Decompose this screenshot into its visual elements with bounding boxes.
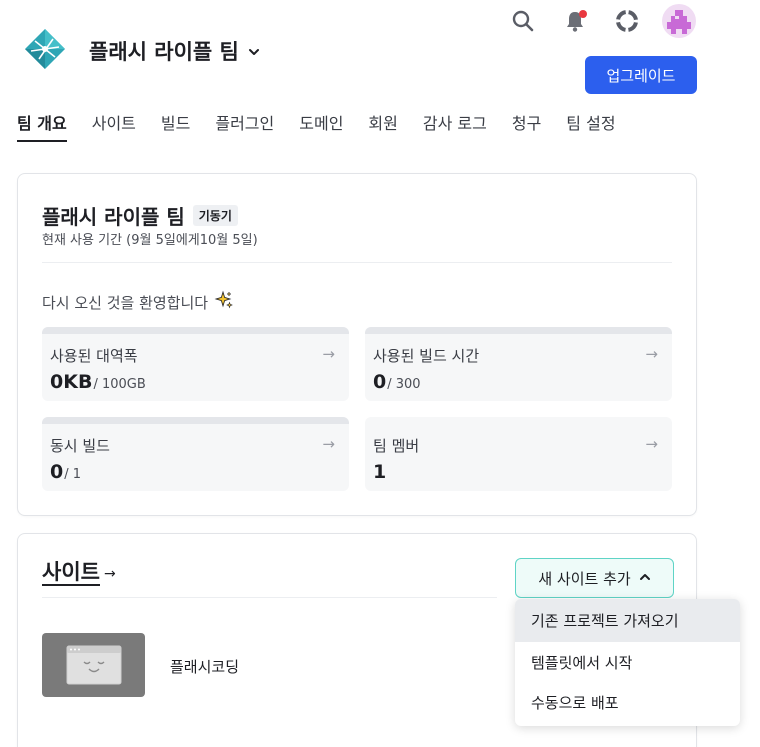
welcome-message: 다시 오신 것을 환영합니다 <box>42 290 234 314</box>
site-thumbnail[interactable] <box>42 633 145 697</box>
stat-value: 0 / 300 <box>373 371 421 393</box>
upgrade-button[interactable]: 업그레이드 <box>585 56 697 94</box>
stat-value: 1 <box>373 461 386 483</box>
notification-dot <box>579 10 587 18</box>
stat-value: 0 / 1 <box>50 461 81 483</box>
arrow-right-icon: → <box>103 565 116 582</box>
sites-title: 사이트 <box>42 560 100 587</box>
stat-build-minutes[interactable]: 사용된 빌드 시간 → 0 / 300 <box>365 327 672 401</box>
stat-label: 팀 멤버 <box>373 437 420 455</box>
tab-billing[interactable]: 청구 <box>512 110 541 142</box>
chevron-down-icon <box>247 44 261 58</box>
divider <box>42 597 497 598</box>
site-name-link[interactable]: 플래시코딩 <box>170 656 239 677</box>
stat-used: 1 <box>373 461 387 483</box>
stat-label: 사용된 빌드 시간 <box>373 347 480 365</box>
add-site-label: 새 사이트 추가 <box>538 569 631 588</box>
stat-team-members[interactable]: 팀 멤버 → 1 <box>365 417 672 491</box>
plan-badge: 기동기 <box>192 205 238 226</box>
avatar[interactable] <box>662 4 696 38</box>
add-site-dropdown: 기존 프로젝트 가져오기 템플릿에서 시작 수동으로 배포 <box>515 599 740 726</box>
team-title-row: 플래시 라이플 팀 기동기 <box>42 201 238 230</box>
welcome-text: 다시 오신 것을 환영합니다 <box>42 293 209 312</box>
tab-plugins[interactable]: 플러그인 <box>215 110 274 142</box>
bell-icon[interactable] <box>561 7 589 35</box>
stat-limit: / 300 <box>387 377 421 392</box>
tab-members[interactable]: 회원 <box>368 110 397 142</box>
stat-limit: / 100GB <box>93 377 146 392</box>
team-title: 플래시 라이플 팀 <box>42 205 185 229</box>
sparkles-icon <box>214 290 234 314</box>
stat-label: 동시 빌드 <box>50 437 110 455</box>
sites-heading-link[interactable]: 사이트 → <box>42 560 116 587</box>
divider <box>42 262 672 263</box>
stat-label: 사용된 대역폭 <box>50 347 138 365</box>
stat-used: 0 <box>373 371 387 393</box>
team-switcher[interactable]: 플래시 라이플 팀 <box>89 36 261 66</box>
netlify-logo[interactable] <box>23 27 67 71</box>
stat-value: 0KB / 100GB <box>50 371 146 393</box>
stat-usage-bar <box>42 327 349 334</box>
tab-team-settings[interactable]: 팀 설정 <box>566 110 615 142</box>
lifebuoy-icon[interactable] <box>613 7 641 35</box>
arrow-right-icon: → <box>645 435 658 453</box>
stat-concurrent-builds[interactable]: 동시 빌드 → 0 / 1 <box>42 417 349 491</box>
arrow-right-icon: → <box>322 345 335 363</box>
tab-audit-log[interactable]: 감사 로그 <box>423 110 487 142</box>
stat-usage-bar <box>42 417 349 424</box>
stat-usage-bar <box>365 327 672 334</box>
tab-builds[interactable]: 빌드 <box>161 110 190 142</box>
billing-period: 현재 사용 기간 (9월 5일에게10월 5일) <box>42 233 258 248</box>
team-name: 플래시 라이플 팀 <box>89 40 239 64</box>
menu-item-deploy-manually[interactable]: 수동으로 배포 <box>515 682 740 722</box>
add-new-site-button[interactable]: 새 사이트 추가 <box>515 558 674 598</box>
tab-sites[interactable]: 사이트 <box>92 110 136 142</box>
tab-domains[interactable]: 도메인 <box>299 110 343 142</box>
search-icon[interactable] <box>509 7 537 35</box>
tab-team-overview[interactable]: 팀 개요 <box>17 110 67 142</box>
stat-used: 0KB <box>50 371 93 393</box>
team-nav-tabs: 팀 개요 사이트 빌드 플러그인 도메인 회원 감사 로그 청구 팀 설정 <box>17 110 616 142</box>
arrow-right-icon: → <box>645 345 658 363</box>
arrow-right-icon: → <box>322 435 335 453</box>
chevron-up-icon <box>639 569 651 587</box>
menu-item-import-project[interactable]: 기존 프로젝트 가져오기 <box>515 599 740 642</box>
stat-used: 0 <box>50 461 64 483</box>
menu-item-start-from-template[interactable]: 템플릿에서 시작 <box>515 642 740 682</box>
stat-bandwidth[interactable]: 사용된 대역폭 → 0KB / 100GB <box>42 327 349 401</box>
team-overview-card: 플래시 라이플 팀 기동기 현재 사용 기간 (9월 5일에게10월 5일) 다… <box>17 173 697 516</box>
stat-limit: / 1 <box>64 467 82 482</box>
